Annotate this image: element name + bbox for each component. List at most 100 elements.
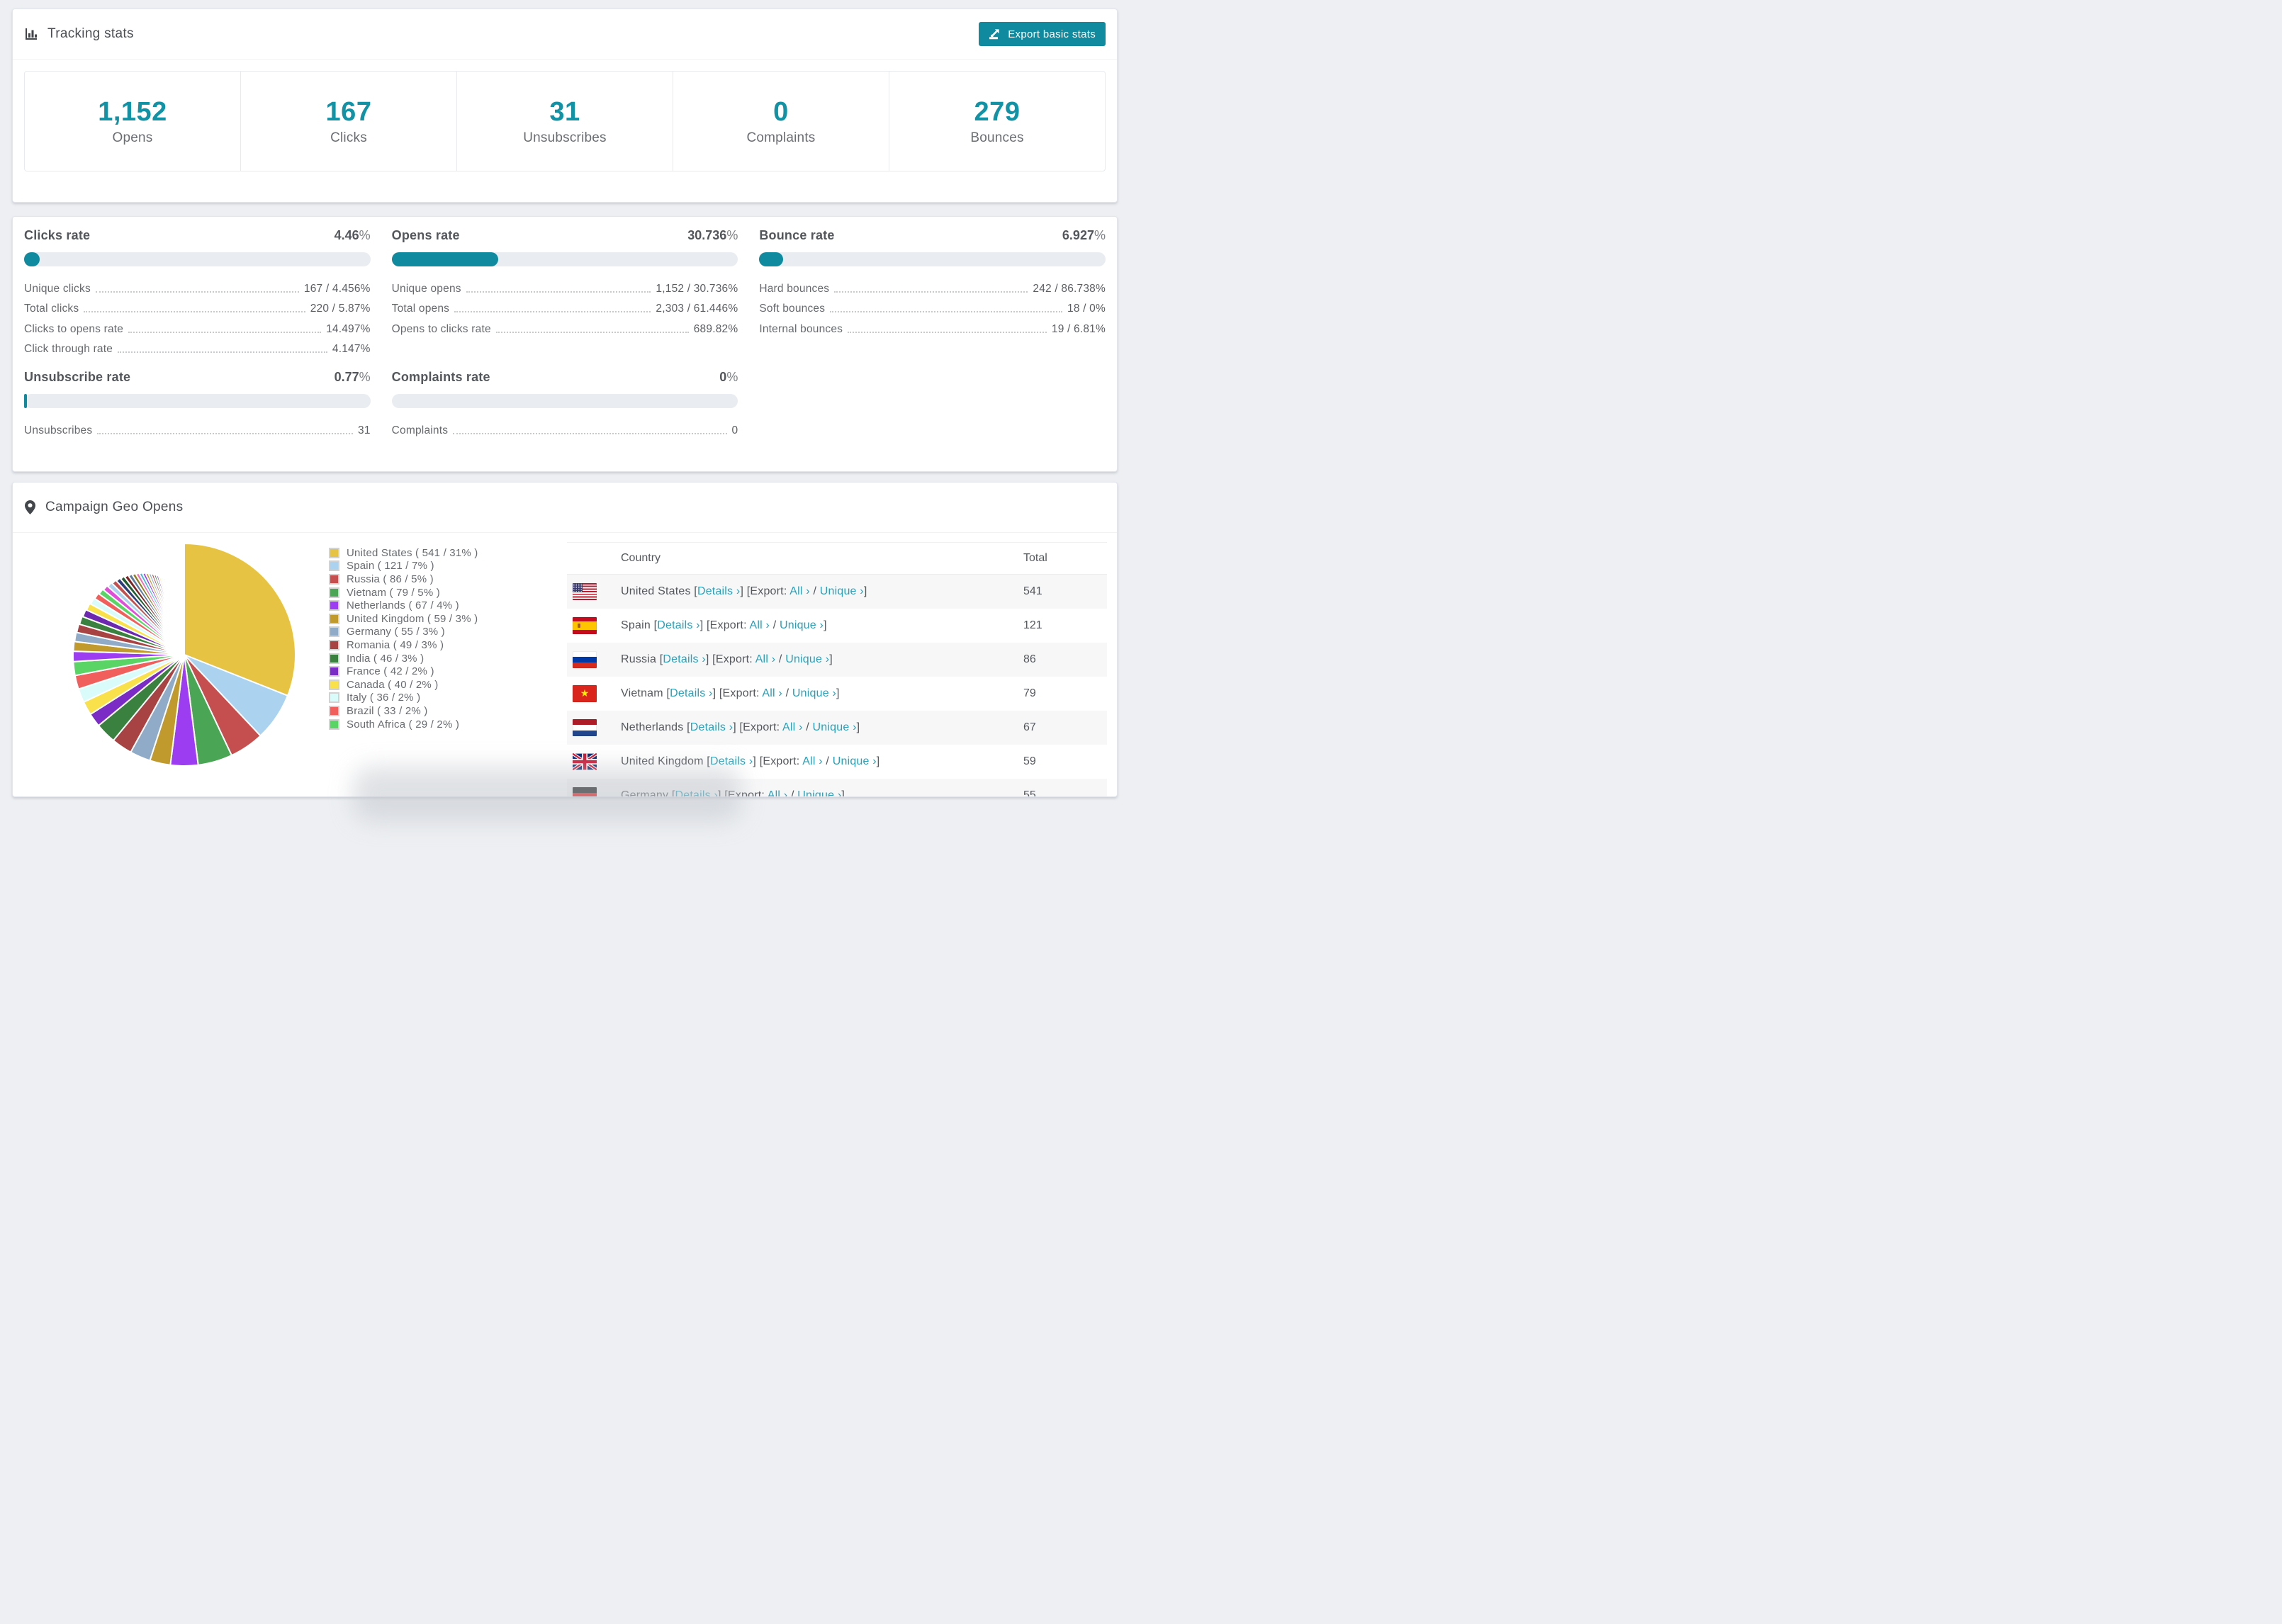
rate-block-complaints-rate: Complaints rate 0% Complaints 0 xyxy=(391,370,738,437)
table-row-gb: United Kingdom [Details ›] [Export: All … xyxy=(567,745,1107,779)
rate-row: Opens to clicks rate 689.82% xyxy=(392,315,738,336)
rate-value-number: 4.46 xyxy=(334,228,359,242)
total-cell: 67 xyxy=(1023,721,1036,733)
country-cell: United Kingdom [Details ›] [Export: All … xyxy=(621,755,880,767)
rate-row-label: Unique opens xyxy=(391,282,461,295)
rate-row: Hard bounces 242 / 86.738% xyxy=(759,275,1106,295)
legend-item-russia[interactable]: Russia ( 86 / 5% ) xyxy=(329,573,478,586)
rate-title: Complaints rate xyxy=(391,370,490,384)
progress-fill xyxy=(24,394,27,408)
export-all-link[interactable]: All › xyxy=(762,687,782,699)
stat-value: 167 xyxy=(325,96,372,127)
dotted-leader xyxy=(128,331,322,333)
pie-legend: United States ( 541 / 31% ) Spain ( 121 /… xyxy=(329,546,478,731)
details-link[interactable]: Details › xyxy=(657,619,699,631)
export-unique-link[interactable]: Unique › xyxy=(785,653,829,665)
details-link[interactable]: Details › xyxy=(697,585,740,597)
stat-value: 0 xyxy=(773,96,789,127)
legend-swatch xyxy=(329,600,339,611)
table-row-es: Spain [Details ›] [Export: All › / Uniqu… xyxy=(567,609,1107,643)
dotted-leader xyxy=(454,311,651,312)
rate-row-value: 19 / 6.81% xyxy=(1051,322,1106,335)
stat-label: Opens xyxy=(112,130,153,145)
rate-row-value: 18 / 0% xyxy=(1067,303,1106,315)
rate-row-label: Clicks to opens rate xyxy=(24,322,124,335)
country-cell: Netherlands [Details ›] [Export: All › /… xyxy=(621,721,860,733)
rate-row-value: 689.82% xyxy=(693,322,738,335)
rate-value: 30.736% xyxy=(687,228,738,243)
export-unique-link[interactable]: Unique › xyxy=(797,789,841,796)
export-all-link[interactable]: All › xyxy=(768,789,788,796)
legend-item-france[interactable]: France ( 42 / 2% ) xyxy=(329,665,478,678)
legend-item-canada[interactable]: Canada ( 40 / 2% ) xyxy=(329,678,478,692)
details-link[interactable]: Details › xyxy=(670,687,712,699)
legend-item-germany[interactable]: Germany ( 55 / 3% ) xyxy=(329,626,478,639)
table-row-ru: Russia [Details ›] [Export: All › / Uniq… xyxy=(567,643,1107,677)
export-all-link[interactable]: All › xyxy=(782,721,803,733)
legend-label: Italy ( 36 / 2% ) xyxy=(347,692,421,704)
legend-item-romania[interactable]: Romania ( 49 / 3% ) xyxy=(329,638,478,652)
total-cell: 59 xyxy=(1023,755,1036,767)
tracking-stats-card: Tracking stats Export basic stats 1,152 O… xyxy=(12,9,1118,203)
stat-cell-clicks: 167 Clicks xyxy=(241,72,457,171)
dotted-leader xyxy=(830,311,1063,312)
legend-item-united-kingdom[interactable]: United Kingdom ( 59 / 3% ) xyxy=(329,612,478,626)
legend-item-netherlands[interactable]: Netherlands ( 67 / 4% ) xyxy=(329,599,478,612)
details-link[interactable]: Details › xyxy=(675,789,718,796)
page-title: Tracking stats xyxy=(47,26,134,41)
rate-row-value: 1,152 / 30.736% xyxy=(656,282,738,295)
column-header-country: Country xyxy=(621,552,661,564)
stat-value: 1,152 xyxy=(98,96,167,127)
export-all-link[interactable]: All › xyxy=(755,653,776,665)
legend-swatch xyxy=(329,626,339,638)
progress-fill xyxy=(391,252,498,266)
export-all-link[interactable]: All › xyxy=(802,755,823,767)
export-unique-link[interactable]: Unique › xyxy=(813,721,857,733)
export-all-link[interactable]: All › xyxy=(750,619,770,631)
table-row-de: Germany [Details ›] [Export: All › / Uni… xyxy=(567,779,1107,797)
legend-label: Vietnam ( 79 / 5% ) xyxy=(347,586,440,599)
dotted-leader xyxy=(466,291,651,293)
geo-table-header: Country Total xyxy=(567,543,1107,575)
rate-value-number: 0 xyxy=(719,370,727,384)
export-all-link[interactable]: All › xyxy=(789,585,810,597)
table-row-nl: Netherlands [Details ›] [Export: All › /… xyxy=(567,711,1107,745)
rate-row-label: Hard bounces xyxy=(759,282,830,295)
legend-item-spain[interactable]: Spain ( 121 / 7% ) xyxy=(329,560,478,573)
legend-swatch xyxy=(329,587,339,598)
legend-item-united-states[interactable]: United States ( 541 / 31% ) xyxy=(329,546,478,560)
rate-row-value: 31 xyxy=(358,424,371,436)
export-unique-link[interactable]: Unique › xyxy=(820,585,864,597)
legend-item-south-africa[interactable]: South Africa ( 29 / 2% ) xyxy=(329,718,478,731)
dotted-leader xyxy=(495,331,689,333)
rate-value: 0.77% xyxy=(335,370,371,385)
details-link[interactable]: Details › xyxy=(663,653,705,665)
country-cell: United States [Details ›] [Export: All ›… xyxy=(621,585,867,597)
export-basic-stats-button[interactable]: Export basic stats xyxy=(979,22,1106,46)
stats-row: 1,152 Opens 167 Clicks 31 Unsubscribes 0 Compla… xyxy=(24,71,1106,171)
rate-row-label: Opens to clicks rate xyxy=(391,322,491,335)
total-cell: 55 xyxy=(1023,789,1036,797)
legend-swatch xyxy=(329,639,339,650)
rate-row: Unique opens 1,152 / 30.736% xyxy=(392,275,738,295)
export-unique-link[interactable]: Unique › xyxy=(792,687,836,699)
legend-label: Brazil ( 33 / 2% ) xyxy=(347,704,428,717)
dotted-leader xyxy=(453,432,727,434)
export-unique-link[interactable]: Unique › xyxy=(780,619,824,631)
legend-swatch xyxy=(329,613,339,624)
legend-item-italy[interactable]: Italy ( 36 / 2% ) xyxy=(329,692,478,705)
details-link[interactable]: Details › xyxy=(690,721,733,733)
legend-item-vietnam[interactable]: Vietnam ( 79 / 5% ) xyxy=(329,586,478,599)
rate-row-value: 167 / 4.456% xyxy=(303,282,371,295)
rate-title: Unsubscribe rate xyxy=(24,370,131,384)
export-unique-link[interactable]: Unique › xyxy=(833,755,877,767)
stat-cell-bounces: 279 Bounces xyxy=(889,72,1105,171)
legend-label: Russia ( 86 / 5% ) xyxy=(347,573,434,585)
legend-swatch xyxy=(329,573,339,585)
legend-item-india[interactable]: India ( 46 / 3% ) xyxy=(329,652,478,665)
es-flag-icon xyxy=(573,617,597,634)
details-link[interactable]: Details › xyxy=(710,755,753,767)
total-cell: 121 xyxy=(1023,619,1042,631)
legend-item-brazil[interactable]: Brazil ( 33 / 2% ) xyxy=(329,704,478,718)
progress-track xyxy=(391,394,738,408)
